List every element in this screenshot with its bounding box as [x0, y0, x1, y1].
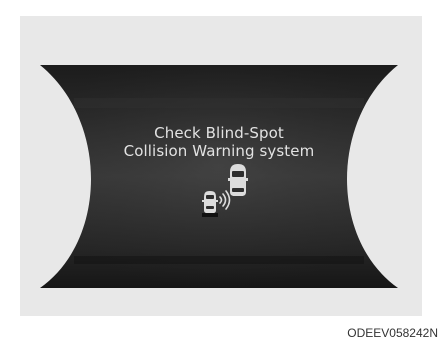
display-bottom-band: [74, 256, 364, 264]
display-top-band: [74, 98, 364, 108]
warning-waves-icon: [219, 190, 231, 210]
warning-message-line2: Collision Warning system: [123, 142, 315, 160]
blind-spot-collision-warning-icon: [190, 162, 250, 228]
front-car-icon: [228, 164, 248, 196]
image-code-caption: ODEEV058242N: [347, 326, 438, 340]
warning-message-line1: Check Blind-Spot: [154, 124, 284, 142]
rear-car-icon: [202, 191, 218, 217]
